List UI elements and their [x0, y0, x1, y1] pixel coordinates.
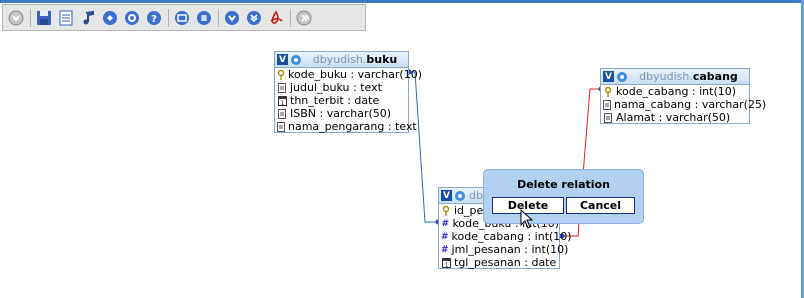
svg-text:1: 1	[280, 100, 284, 106]
field-label: nama_cabang : varchar(25)	[614, 98, 767, 111]
view-toggle-icon[interactable]: V	[277, 54, 288, 65]
field-row[interactable]: ISBN : varchar(50)	[275, 107, 408, 120]
field-row[interactable]: nama_cabang : varchar(25)	[601, 98, 766, 111]
field-label: jml_pesanan : int(10)	[451, 243, 569, 256]
field-row[interactable]: nama_pengarang : text	[275, 120, 417, 133]
cancel-button[interactable]: Cancel	[566, 197, 635, 214]
mouse-cursor-icon	[520, 209, 534, 229]
date-field-icon: 1	[441, 257, 451, 268]
delete-relation-dialog: Delete relation Delete Cancel	[483, 169, 644, 224]
table-db-name: dbyudish.	[312, 53, 367, 66]
svg-text:1: 1	[444, 262, 448, 268]
text-field-icon	[603, 112, 613, 123]
field-row[interactable]: Alamat : varchar(50)	[601, 111, 749, 124]
field-label: tgl_pesanan : date	[454, 256, 557, 269]
field-row[interactable]: kode_cabang : int(10)	[601, 85, 749, 98]
key-icon	[603, 86, 613, 97]
field-row[interactable]: judul_buku : text	[275, 81, 408, 94]
relations-layer	[406, 69, 604, 239]
field-label: judul_buku : text	[290, 81, 382, 94]
table-header[interactable]: V dbyudish.cabang	[601, 69, 749, 85]
dialog-title: Delete relation	[517, 178, 610, 191]
text-field-icon	[277, 108, 287, 119]
field-label: ISBN : varchar(50)	[290, 107, 392, 120]
text-field-icon	[277, 82, 287, 93]
field-row[interactable]: # kode_cabang : int(10)	[439, 230, 572, 243]
field-label: kode_buku : varchar(10)	[288, 68, 423, 81]
table-name: buku	[366, 53, 398, 66]
field-label: kode_cabang : int(10)	[451, 230, 572, 243]
field-label: kode_cabang : int(10)	[616, 85, 737, 98]
field-label: nama_pengarang : text	[288, 120, 417, 133]
field-row[interactable]: kode_buku : varchar(10)	[275, 68, 422, 81]
table-db-name: dbyudish.	[639, 70, 693, 83]
gear-icon[interactable]	[616, 71, 628, 83]
view-toggle-icon[interactable]: V	[441, 190, 452, 201]
table-header[interactable]: V dbyudish.buku	[275, 52, 408, 68]
text-field-icon	[277, 121, 285, 132]
field-row[interactable]: # jml_pesanan : int(10)	[439, 243, 568, 256]
field-row[interactable]: 1 thn_terbit : date	[275, 94, 408, 107]
table-cabang[interactable]: V dbyudish.cabang kode_cabang : int(10) …	[600, 68, 766, 124]
date-field-icon: 1	[277, 95, 287, 106]
key-icon	[441, 205, 451, 216]
gear-icon[interactable]	[454, 190, 466, 202]
field-label: thn_terbit : date	[290, 94, 380, 107]
hash-icon: #	[441, 244, 449, 255]
hash-icon: #	[441, 231, 449, 242]
field-row[interactable]: 1 tgl_pesanan : date	[439, 256, 559, 269]
field-label: Alamat : varchar(50)	[616, 111, 731, 124]
text-field-icon	[603, 99, 611, 110]
view-toggle-icon[interactable]: V	[603, 71, 614, 82]
table-name: cabang	[692, 70, 738, 83]
relation-line-buku	[409, 71, 438, 223]
hash-icon: #	[441, 218, 449, 229]
gear-icon[interactable]	[290, 54, 302, 66]
table-buku[interactable]: V dbyudish.buku kode_buku : varchar(10) …	[274, 51, 422, 133]
key-icon	[277, 69, 285, 80]
